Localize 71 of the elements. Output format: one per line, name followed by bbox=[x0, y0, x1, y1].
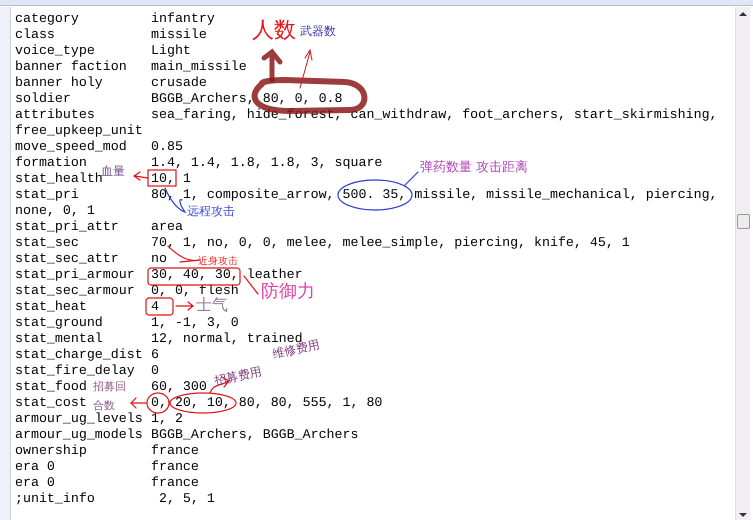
config-key: stat_mental bbox=[15, 331, 103, 346]
config-value: 0, 20, 10, 80, 80, 555, 1, 80 bbox=[151, 395, 382, 411]
config-value: 2, 5, 1 bbox=[158, 491, 215, 507]
config-value: 0.85 bbox=[151, 139, 183, 155]
config-key: stat_food bbox=[15, 379, 87, 394]
config-value: Light bbox=[151, 43, 191, 59]
handwritten-note: 远程攻击 bbox=[187, 205, 235, 217]
handwritten-note: 合数 bbox=[93, 400, 115, 411]
config-value: BGGB_Archers, 80, 0, 0.8 bbox=[151, 91, 343, 107]
handwritten-note: 招募费用 bbox=[213, 365, 263, 387]
config-key: ownership bbox=[15, 443, 87, 458]
config-key: ;unit_info bbox=[15, 491, 95, 506]
config-key: era 0 bbox=[15, 475, 55, 490]
config-key: move_speed_mod bbox=[15, 139, 127, 154]
config-key: attributes bbox=[15, 107, 95, 122]
config-value: france bbox=[151, 443, 199, 459]
config-key: banner faction bbox=[15, 59, 127, 74]
config-key: stat_health bbox=[15, 171, 103, 186]
config-value: missile bbox=[151, 27, 207, 43]
config-key: armour_ug_models bbox=[15, 427, 143, 442]
config-value: infantry bbox=[151, 11, 215, 27]
config-key: stat_charge_dist bbox=[15, 347, 143, 362]
config-key: voice_type bbox=[15, 43, 95, 58]
handwritten-note: 武器数 bbox=[300, 25, 336, 37]
config-value: 4 bbox=[151, 299, 159, 315]
config-key: stat_pri_armour bbox=[15, 267, 135, 282]
handwritten-note: 人数 bbox=[252, 20, 296, 42]
scroll-down-icon[interactable] bbox=[738, 512, 748, 518]
scroll-up-icon[interactable] bbox=[738, 11, 748, 17]
config-value: 70, 1, no, 0, 0, melee, melee_simple, piercing, knife, 45, 1 bbox=[151, 235, 630, 251]
config-key: stat_cost bbox=[15, 395, 87, 410]
config-key: armour_ug_levels bbox=[15, 411, 143, 426]
config-value: 6 bbox=[151, 347, 159, 363]
config-value: 60, 300 bbox=[151, 379, 207, 395]
handwritten-note: 血量 bbox=[101, 165, 125, 177]
config-key: stat_pri_attr bbox=[15, 219, 119, 234]
config-value: BGGB_Archers, BGGB_Archers bbox=[151, 427, 358, 443]
scrollbar-thumb[interactable] bbox=[737, 214, 750, 229]
handwritten-note: 士气 bbox=[196, 297, 228, 313]
config-value: france bbox=[151, 475, 199, 491]
config-value: area bbox=[151, 219, 183, 235]
config-key: free_upkeep_unit bbox=[15, 123, 143, 138]
config-value: 0 bbox=[151, 363, 159, 379]
config-value: no bbox=[151, 251, 167, 267]
config-key: era 0 bbox=[15, 459, 55, 474]
config-value: crusade bbox=[151, 75, 207, 91]
handwritten-note: 招募回 bbox=[93, 381, 126, 392]
config-key: stat_ground bbox=[15, 315, 103, 330]
config-key: soldier bbox=[15, 91, 71, 106]
config-key: stat_heat bbox=[15, 299, 87, 314]
handwritten-note: 防御力 bbox=[261, 283, 315, 301]
config-key: none, 0, 1 bbox=[15, 203, 95, 218]
config-value: 30, 40, 30, leather bbox=[151, 267, 303, 282]
config-value: main_missile bbox=[151, 59, 247, 75]
config-key: stat_sec bbox=[15, 235, 79, 250]
config-key: stat_fire_delay bbox=[15, 363, 135, 378]
config-key: stat_sec_attr bbox=[15, 251, 119, 266]
config-value: 10, 1 bbox=[151, 171, 191, 187]
config-value: 1, -1, 3, 0 bbox=[151, 315, 239, 331]
config-value: france bbox=[151, 459, 199, 475]
config-key: formation bbox=[15, 155, 87, 170]
config-key: stat_pri bbox=[15, 187, 79, 202]
config-key: category bbox=[15, 11, 79, 26]
config-key: banner holy bbox=[15, 75, 103, 90]
config-key: stat_sec_armour bbox=[15, 283, 135, 298]
config-key: class bbox=[15, 27, 55, 42]
config-value: 1.4, 1.4, 1.8, 1.8, 3, square bbox=[151, 155, 382, 171]
handwritten-note: 近身攻击 bbox=[198, 257, 238, 267]
vertical-scrollbar[interactable] bbox=[735, 7, 750, 520]
config-value: 1, 2 bbox=[151, 411, 183, 427]
handwritten-note: 弹药数量 攻击距离 bbox=[420, 161, 528, 174]
